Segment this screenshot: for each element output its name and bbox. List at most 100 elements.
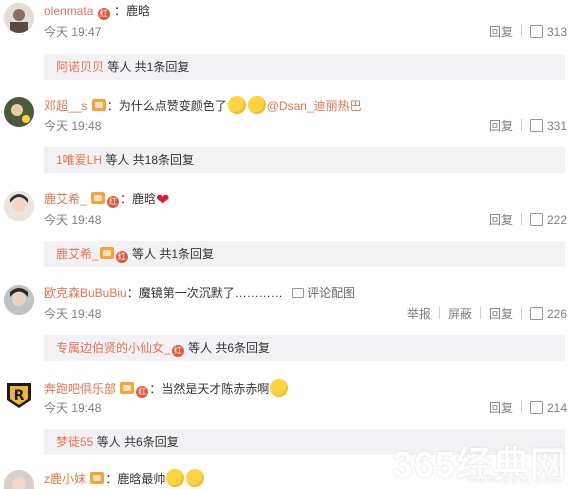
comment-body: 奔跑吧俱乐部 红：当然是天才陈赤赤啊: [44, 379, 289, 398]
reply-count-text: 等人 共6条回复: [93, 435, 179, 449]
comment-actions: 举报 屏蔽 回复 226: [407, 307, 567, 321]
vip-crown-icon: [91, 99, 106, 111]
username-link[interactable]: olenmata: [44, 4, 93, 18]
like-button[interactable]: 226: [529, 307, 567, 321]
avatar-image: [4, 191, 34, 221]
comment-body: 鹿艾希_ 红：鹿晗❤: [44, 191, 169, 209]
avatar[interactable]: [4, 97, 34, 127]
avatar[interactable]: R: [4, 380, 34, 410]
reply-summary[interactable]: 阿诺贝贝 等人 共1条回复: [44, 54, 565, 80]
thumbs-up-icon: [529, 401, 543, 414]
reply-count-text: 等人 共1条回复: [104, 60, 190, 74]
comment-text: ：鹿晗最帅: [105, 472, 166, 486]
reply-button[interactable]: 回复: [489, 307, 513, 321]
username-link[interactable]: 鹿艾希_: [44, 192, 87, 206]
image-link-label: 评论配图: [307, 286, 356, 300]
reply-count-text: 等人 共1条回复: [128, 247, 215, 261]
reply-button[interactable]: 回复: [489, 119, 513, 133]
report-button[interactable]: 举报: [407, 307, 431, 321]
reply-count-text: 等人 共18条回复: [102, 153, 195, 167]
site-watermark-url: www.365j.com: [468, 474, 563, 486]
red-badge-icon: 红: [107, 196, 120, 208]
avatar[interactable]: [4, 191, 34, 221]
heart-icon: ❤: [156, 192, 170, 209]
thumbs-up-icon: [529, 213, 543, 226]
like-count: 331: [546, 119, 567, 133]
reply-button[interactable]: 回复: [489, 213, 513, 227]
comment-image-link[interactable]: 评论配图: [292, 286, 355, 300]
divider: [520, 25, 522, 37]
avatar[interactable]: [4, 3, 34, 33]
avatar-image: [4, 3, 34, 33]
avatar[interactable]: [4, 470, 34, 489]
vip-crown-icon: [91, 192, 106, 204]
thumbs-up-icon: [529, 25, 543, 38]
avatar-image: [4, 97, 34, 127]
laughing-emoji-icon: [186, 469, 205, 487]
vip-crown-icon: [90, 472, 105, 484]
reply-user-link[interactable]: 鹿艾希_: [56, 247, 99, 261]
username-link[interactable]: 欧克森BuBuBiu: [44, 286, 127, 300]
mention-link[interactable]: @Dsan_迪丽热巴: [267, 99, 362, 113]
comment-time: 今天 19:48: [44, 213, 102, 227]
comment-body: 邓超__s ：为什么点赞变颜色了 @Dsan_迪丽热巴: [44, 96, 362, 114]
reply-user-link[interactable]: 梦徒55: [56, 435, 93, 449]
laughing-emoji-icon: [166, 469, 185, 487]
image-icon: [292, 288, 305, 298]
comment-time: 今天 19:48: [44, 119, 102, 133]
comment-body: 欧克森BuBuBiu：魔镜第一次沉默了………… 评论配图: [44, 285, 355, 301]
reply-user-link[interactable]: 阿诺贝贝: [56, 60, 104, 74]
svg-text:R: R: [14, 388, 25, 404]
comment-text: ：鹿晗: [120, 192, 157, 206]
like-count: 214: [546, 401, 567, 415]
thumbs-up-icon: [529, 119, 543, 132]
comment-actions: 回复 331: [489, 119, 567, 133]
comment-text: ：为什么点赞变颜色了: [106, 99, 227, 113]
avatar[interactable]: [4, 285, 34, 315]
reply-summary[interactable]: 鹿艾希_ 红 等人 共1条回复: [44, 241, 565, 267]
reply-summary[interactable]: 专属边伯贤的小仙女_ 红 等人 共6条回复: [44, 335, 565, 361]
reply-user-link[interactable]: 专属边伯贤的小仙女_: [56, 341, 171, 355]
divider: [520, 119, 522, 131]
laughing-emoji-icon: [270, 379, 289, 397]
reply-button[interactable]: 回复: [489, 25, 513, 39]
reply-summary[interactable]: 1唯爱LH 等人 共18条回复: [44, 147, 565, 173]
shocked-emoji-icon: [247, 96, 266, 114]
red-badge-icon: 红: [136, 386, 149, 398]
username-link[interactable]: z鹿小妹: [44, 472, 86, 486]
divider: [479, 307, 481, 319]
red-badge-icon: 红: [97, 8, 110, 20]
running-club-logo-icon: R: [7, 383, 31, 408]
like-button[interactable]: 214: [529, 401, 567, 415]
comment-time: 今天 19:47: [44, 25, 102, 39]
comment-text: ：当然是天才陈赤赤啊: [149, 382, 270, 396]
red-badge-icon: 红: [115, 251, 128, 263]
comment-time: 今天 19:48: [44, 401, 102, 415]
comment-text: ：魔镜第一次沉默了…………: [126, 286, 283, 300]
vip-crown-icon: [99, 247, 114, 259]
reply-button[interactable]: 回复: [489, 401, 513, 415]
username-link[interactable]: 奔跑吧俱乐部: [44, 382, 116, 396]
reply-user-link[interactable]: 1唯爱LH: [56, 153, 102, 167]
block-button[interactable]: 屏蔽: [448, 307, 472, 321]
like-button[interactable]: 222: [529, 213, 567, 227]
reply-count-text: 等人 共6条回复: [184, 341, 271, 355]
avatar-image: [4, 470, 34, 489]
like-count: 226: [546, 307, 567, 321]
like-count: 313: [546, 25, 567, 39]
like-button[interactable]: 331: [529, 119, 567, 133]
comment-time: 今天 19:48: [44, 307, 102, 321]
divider: [520, 401, 522, 413]
username-link[interactable]: 邓超__s: [44, 99, 87, 113]
comment-actions: 回复 313: [489, 25, 567, 39]
comment-body: olenmata 红 ：鹿晗: [44, 3, 150, 20]
red-badge-icon: 红: [171, 345, 184, 357]
comment-text: ：鹿晗: [114, 4, 151, 18]
shocked-emoji-icon: [227, 96, 246, 114]
like-button[interactable]: 313: [529, 25, 567, 39]
avatar-image: [4, 285, 34, 315]
comment-actions: 回复 214: [489, 401, 567, 415]
divider: [520, 307, 522, 319]
like-count: 222: [546, 213, 567, 227]
comment-actions: 回复 222: [489, 213, 567, 227]
